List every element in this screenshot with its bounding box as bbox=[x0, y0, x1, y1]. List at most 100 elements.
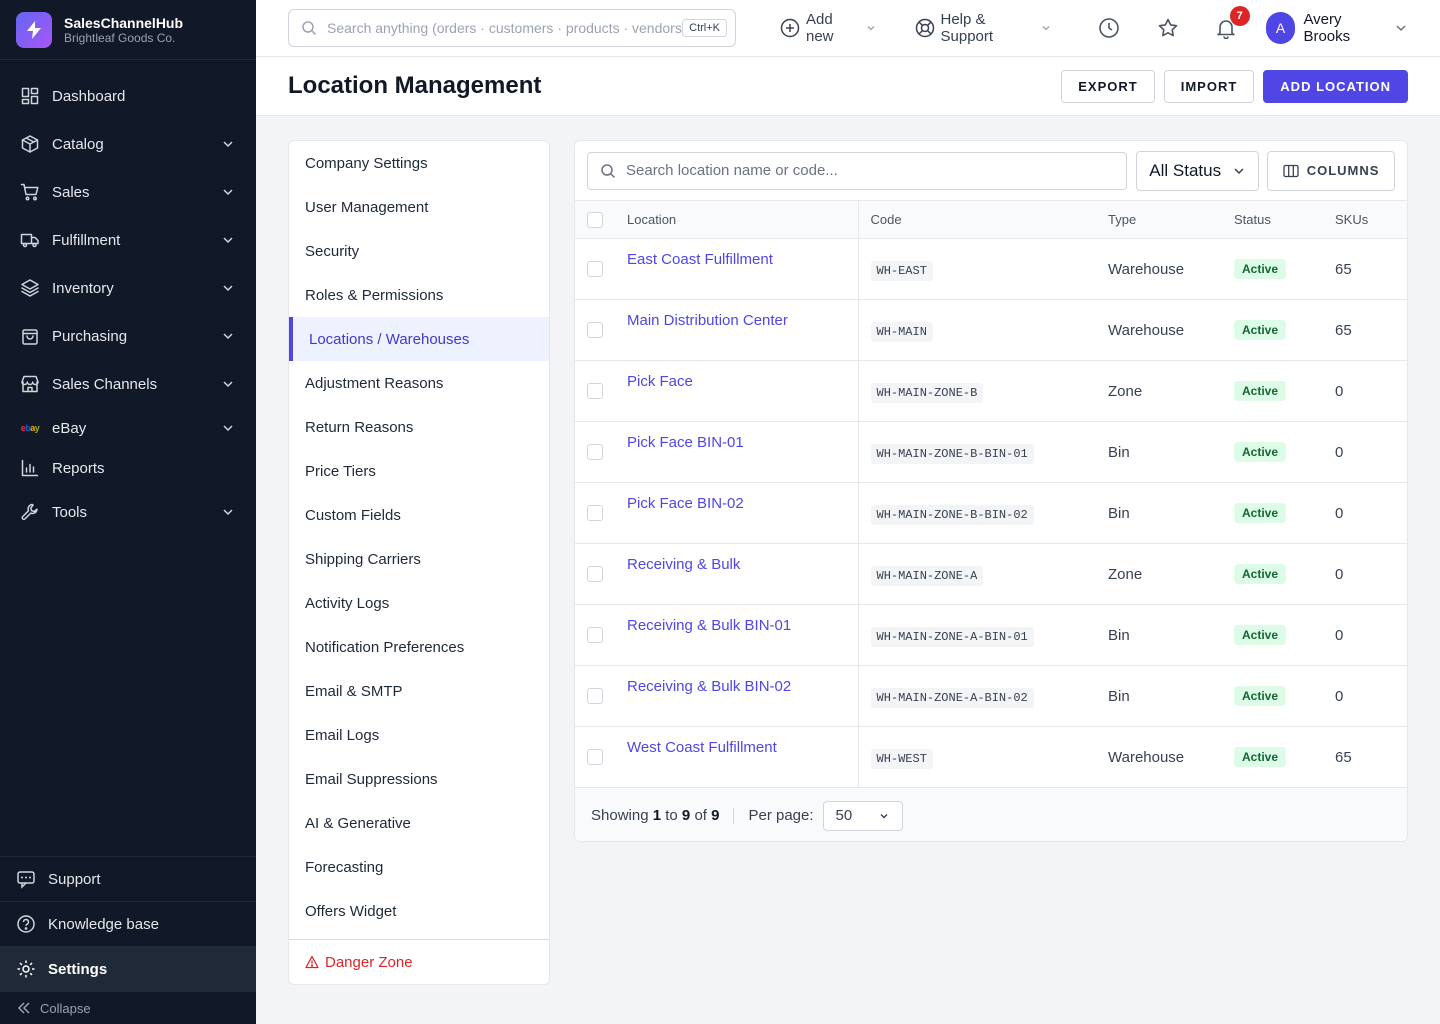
table-row[interactable]: Main Distribution Center WH-MAIN Warehou… bbox=[575, 299, 1407, 361]
settings-menu-item-email-suppressions[interactable]: Email Suppressions bbox=[289, 757, 549, 801]
export-button[interactable]: EXPORT bbox=[1061, 69, 1155, 103]
settings-menu: Company Settings User Management Security R… bbox=[288, 140, 550, 985]
table-row[interactable]: Receiving & Bulk BIN-01 WH-MAIN-ZONE-A-B… bbox=[575, 604, 1407, 666]
pagination-showing: Showing bbox=[591, 807, 649, 824]
sidebar-item-sales[interactable]: Sales bbox=[0, 168, 256, 216]
sku-count: 0 bbox=[1335, 604, 1407, 666]
status-filter-select[interactable]: All Status bbox=[1136, 150, 1260, 191]
settings-menu-item-locations-warehouses[interactable]: Locations / Warehouses bbox=[289, 317, 549, 361]
per-page-select[interactable]: 50 bbox=[822, 800, 903, 831]
sidebar-item-fulfillment[interactable]: Fulfillment bbox=[0, 216, 256, 264]
sidebar-item-support[interactable]: Support bbox=[0, 856, 256, 901]
column-header-type[interactable]: Type bbox=[1108, 200, 1234, 239]
dashboard-icon bbox=[20, 86, 40, 106]
location-name-link[interactable]: West Coast Fulfillment bbox=[627, 739, 777, 756]
column-header-code[interactable]: Code bbox=[858, 200, 1108, 239]
location-name-link[interactable]: Receiving & Bulk BIN-01 bbox=[627, 617, 791, 634]
sidebar-item-purchasing[interactable]: Purchasing bbox=[0, 312, 256, 360]
select-all-checkbox[interactable] bbox=[587, 211, 603, 228]
settings-menu-item-return-reasons[interactable]: Return Reasons bbox=[289, 405, 549, 449]
sidebar-item-tools[interactable]: Tools bbox=[0, 488, 256, 536]
collapse-button[interactable]: Collapse bbox=[0, 991, 256, 1024]
location-name-link[interactable]: East Coast Fulfillment bbox=[627, 251, 773, 268]
settings-menu-item-price-tiers[interactable]: Price Tiers bbox=[289, 449, 549, 493]
notifications-button[interactable]: 7 bbox=[1215, 6, 1250, 40]
settings-menu-item-ai-generative[interactable]: AI & Generative bbox=[289, 801, 549, 845]
add-new-button[interactable]: Add new bbox=[780, 11, 877, 45]
chevron-down-icon[interactable] bbox=[220, 376, 236, 392]
settings-menu-item-security[interactable]: Security bbox=[289, 229, 549, 273]
chevron-down-icon[interactable] bbox=[220, 420, 236, 436]
settings-menu-item-custom-fields[interactable]: Custom Fields bbox=[289, 493, 549, 537]
location-name-link[interactable]: Receiving & Bulk bbox=[627, 556, 740, 573]
sidebar-item-sales-channels[interactable]: Sales Channels bbox=[0, 360, 256, 408]
location-search-input[interactable]: Search location name or code... bbox=[587, 151, 1128, 190]
sidebar-item-label: Fulfillment bbox=[52, 231, 121, 249]
settings-menu-item-company-settings[interactable]: Company Settings bbox=[289, 141, 549, 185]
sidebar-item-dashboard[interactable]: Dashboard bbox=[0, 72, 256, 120]
table-row[interactable]: Receiving & Bulk WH-MAIN-ZONE-A Zone Act… bbox=[575, 543, 1407, 605]
location-name-link[interactable]: Pick Face BIN-01 bbox=[627, 434, 744, 451]
chevron-down-icon[interactable] bbox=[220, 328, 236, 344]
row-checkbox[interactable] bbox=[587, 688, 603, 704]
location-name-link[interactable]: Pick Face BIN-02 bbox=[627, 495, 744, 512]
favorites-button[interactable] bbox=[1156, 16, 1179, 40]
sidebar-item-inventory[interactable]: Inventory bbox=[0, 264, 256, 312]
chevron-down-icon bbox=[878, 810, 890, 822]
row-checkbox[interactable] bbox=[587, 444, 603, 460]
sidebar-item-settings[interactable]: Settings bbox=[0, 946, 256, 991]
sidebar-item-catalog[interactable]: Catalog bbox=[0, 120, 256, 168]
danger-zone-link[interactable]: Danger Zone bbox=[289, 939, 549, 984]
chevron-down-icon[interactable] bbox=[220, 232, 236, 248]
help-support-button[interactable]: Help & Support bbox=[915, 11, 1052, 45]
column-header-location[interactable]: Location bbox=[627, 200, 859, 239]
brand[interactable]: SalesChannelHub Brightleaf Goods Co. bbox=[0, 0, 256, 60]
row-checkbox[interactable] bbox=[587, 627, 603, 643]
table-row[interactable]: West Coast Fulfillment WH-WEST Warehouse… bbox=[575, 726, 1407, 788]
user-menu[interactable]: A Avery Brooks bbox=[1265, 11, 1408, 45]
table-row[interactable]: Receiving & Bulk BIN-02 WH-MAIN-ZONE-A-B… bbox=[575, 665, 1407, 727]
location-name-link[interactable]: Pick Face bbox=[627, 373, 693, 390]
chevron-down-icon[interactable] bbox=[220, 280, 236, 296]
row-checkbox[interactable] bbox=[587, 505, 603, 521]
settings-menu-item-email-smtp[interactable]: Email & SMTP bbox=[289, 669, 549, 713]
sidebar: SalesChannelHub Brightleaf Goods Co. Das… bbox=[0, 0, 256, 1024]
history-button[interactable] bbox=[1098, 16, 1121, 40]
import-button[interactable]: IMPORT bbox=[1163, 69, 1255, 103]
location-name-link[interactable]: Receiving & Bulk BIN-02 bbox=[627, 678, 791, 695]
status-badge: Active bbox=[1234, 564, 1287, 584]
sidebar-item-label: Sales bbox=[52, 183, 90, 201]
settings-menu-item-user-management[interactable]: User Management bbox=[289, 185, 549, 229]
row-checkbox[interactable] bbox=[587, 566, 603, 582]
column-header-status[interactable]: Status bbox=[1234, 200, 1335, 239]
table-row[interactable]: Pick Face WH-MAIN-ZONE-B Zone Active 0 bbox=[575, 360, 1407, 422]
settings-menu-item-roles-permissions[interactable]: Roles & Permissions bbox=[289, 273, 549, 317]
add-location-button[interactable]: ADD LOCATION bbox=[1263, 69, 1408, 103]
sidebar-item-knowledge-base[interactable]: Knowledge base bbox=[0, 901, 256, 946]
global-search-input[interactable]: Search anything (orders · customers · pr… bbox=[288, 9, 736, 47]
row-checkbox[interactable] bbox=[587, 322, 603, 338]
sidebar-item-reports[interactable]: Reports bbox=[0, 448, 256, 488]
row-checkbox[interactable] bbox=[587, 261, 603, 277]
settings-menu-item-email-logs[interactable]: Email Logs bbox=[289, 713, 549, 757]
sidebar-item-ebay[interactable]: ebay eBay bbox=[0, 408, 256, 448]
sku-count: 0 bbox=[1335, 360, 1407, 422]
chevron-down-icon[interactable] bbox=[220, 504, 236, 520]
settings-menu-item-offers-widget[interactable]: Offers Widget bbox=[289, 889, 549, 933]
settings-menu-item-activity-logs[interactable]: Activity Logs bbox=[289, 581, 549, 625]
settings-menu-item-shipping-carriers[interactable]: Shipping Carriers bbox=[289, 537, 549, 581]
sku-count: 65 bbox=[1335, 299, 1407, 361]
row-checkbox[interactable] bbox=[587, 749, 603, 765]
table-row[interactable]: Pick Face BIN-01 WH-MAIN-ZONE-B-BIN-01 B… bbox=[575, 421, 1407, 483]
settings-menu-item-adjustment-reasons[interactable]: Adjustment Reasons bbox=[289, 361, 549, 405]
row-checkbox[interactable] bbox=[587, 383, 603, 399]
table-row[interactable]: Pick Face BIN-02 WH-MAIN-ZONE-B-BIN-02 B… bbox=[575, 482, 1407, 544]
chevron-down-icon[interactable] bbox=[220, 184, 236, 200]
settings-menu-item-notification-preferences[interactable]: Notification Preferences bbox=[289, 625, 549, 669]
chevron-down-icon[interactable] bbox=[220, 136, 236, 152]
table-row[interactable]: East Coast Fulfillment WH-EAST Warehouse… bbox=[575, 238, 1407, 300]
location-name-link[interactable]: Main Distribution Center bbox=[627, 312, 788, 329]
settings-menu-item-forecasting[interactable]: Forecasting bbox=[289, 845, 549, 889]
columns-button[interactable]: COLUMNS bbox=[1267, 150, 1395, 191]
column-header-skus[interactable]: SKUs bbox=[1335, 200, 1407, 239]
